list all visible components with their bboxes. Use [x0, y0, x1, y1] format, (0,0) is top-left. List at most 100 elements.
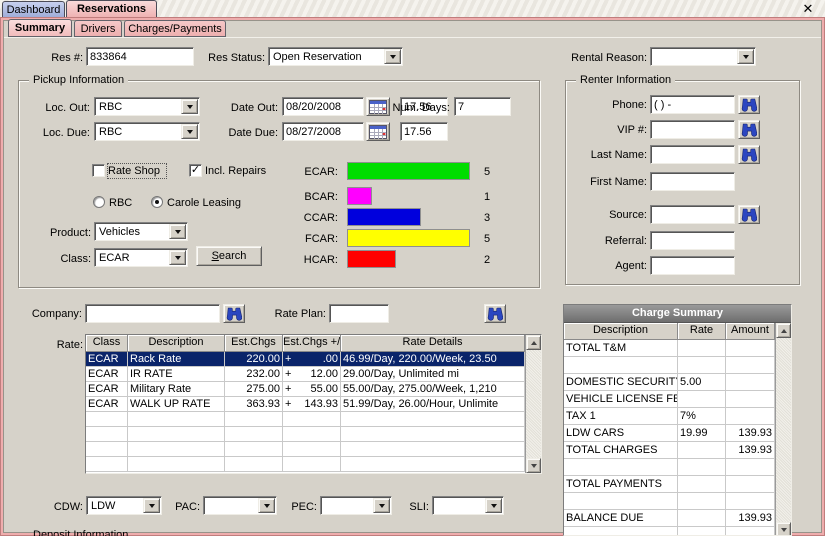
tab-summary[interactable]: Summary [8, 19, 72, 37]
owner-rbc-radio[interactable] [93, 196, 105, 208]
rate-table-scrollbar[interactable] [525, 335, 541, 473]
tab-dashboard[interactable]: Dashboard [2, 1, 65, 17]
date-due-calendar-button[interactable] [366, 122, 390, 141]
incl-repairs-label[interactable]: Incl. Repairs [205, 164, 275, 178]
rate-plan-input[interactable] [329, 304, 389, 323]
tab-drivers[interactable]: Drivers [74, 20, 122, 37]
search-button[interactable]: Search [196, 246, 262, 266]
referral-input[interactable] [650, 231, 735, 250]
cell-class: ECAR [86, 367, 128, 382]
product-select[interactable]: Vehicles [94, 222, 188, 241]
chevron-down-icon[interactable] [737, 49, 754, 64]
rate-row[interactable]: ECAR IR RATE 232.00 +12.00 29.00/Day, Un… [86, 367, 525, 382]
last-name-input[interactable] [650, 145, 735, 164]
chevron-down-icon[interactable] [384, 49, 401, 64]
rate-shop-checkbox[interactable] [92, 164, 105, 177]
owner-rbc-label[interactable]: RBC [109, 196, 139, 210]
rate-col-class[interactable]: Class [86, 335, 128, 352]
rate-col-est-chgs[interactable]: Est.Chgs [225, 335, 283, 352]
bar-value-hcar: 2 [484, 253, 500, 267]
chevron-down-icon[interactable] [143, 498, 160, 513]
chevron-down-icon[interactable] [181, 99, 198, 114]
cell-est-chgs-delta: +143.93 [283, 397, 341, 412]
chevron-down-icon[interactable] [258, 498, 275, 513]
date-due-input[interactable]: 08/27/2008 [282, 122, 364, 141]
product-value: Vehicles [99, 224, 168, 240]
cell-est-chgs: 363.93 [225, 397, 283, 412]
loc-out-select[interactable]: RBC [94, 97, 200, 116]
cell-description: TAX 1 [564, 408, 678, 425]
phone-label: Phone: [570, 98, 647, 112]
cdw-label: CDW: [50, 500, 83, 514]
rate-table-label: Rate: [50, 338, 83, 352]
bar-label-fcar: FCAR: [292, 232, 338, 246]
rate-row[interactable]: ECAR Military Rate 275.00 +55.00 55.00/D… [86, 382, 525, 397]
scroll-down-icon[interactable] [526, 458, 541, 473]
date-out-input[interactable]: 08/20/2008 [282, 97, 364, 116]
check-icon: ✓ [191, 164, 200, 176]
chevron-down-icon[interactable] [169, 224, 186, 239]
chevron-down-icon[interactable] [169, 250, 186, 265]
rate-shop-label[interactable]: Rate Shop [108, 164, 166, 178]
owner-carole-leasing-label[interactable]: Carole Leasing [167, 196, 251, 210]
chevron-down-icon[interactable] [181, 124, 198, 139]
charge-col-rate[interactable]: Rate [678, 323, 726, 340]
loc-due-select[interactable]: RBC [94, 122, 200, 141]
rate-col-description[interactable]: Description [128, 335, 225, 352]
vip-search-button[interactable] [738, 120, 760, 139]
scroll-down-icon[interactable] [776, 522, 791, 536]
cdw-select[interactable]: LDW [86, 496, 162, 515]
tab-reservations[interactable]: Reservations [66, 0, 157, 17]
sli-select[interactable] [432, 496, 504, 515]
first-name-input[interactable] [650, 172, 735, 191]
class-select[interactable]: ECAR [94, 248, 188, 267]
tab-charges-payments[interactable]: Charges/Payments [124, 20, 226, 37]
pec-select[interactable] [320, 496, 392, 515]
charge-col-amount[interactable]: Amount [726, 323, 775, 340]
cell-rate: 19.99 [678, 425, 726, 442]
cell-amount [726, 493, 775, 510]
rate-col-rate-details[interactable]: Rate Details [341, 335, 525, 352]
deposit-information-label: Deposit Information [33, 528, 163, 536]
chevron-down-icon[interactable] [373, 498, 390, 513]
cell-description: TOTAL PAYMENTS [564, 476, 678, 493]
source-input[interactable] [650, 205, 735, 224]
rate-row-empty [86, 457, 525, 472]
company-search-button[interactable] [223, 304, 245, 323]
tab-summary-label: Summary [15, 22, 65, 34]
loc-due-value: RBC [99, 124, 180, 140]
rate-row[interactable]: ECAR Rack Rate 220.00 +.00 46.99/Day, 22… [86, 352, 525, 367]
content-top-edge [4, 37, 821, 38]
last-name-search-button[interactable] [738, 145, 760, 164]
rate-row[interactable]: ECAR WALK UP RATE 363.93 +143.93 51.99/D… [86, 397, 525, 412]
rate-plan-search-button[interactable] [484, 304, 506, 323]
phone-input[interactable]: ( ) - [650, 95, 735, 114]
charge-row: DOMESTIC SECURITY 5.00 [564, 374, 775, 391]
rate-col-est-chgs-delta[interactable]: Est.Chgs +/- [283, 335, 341, 352]
calendar-icon [369, 100, 387, 114]
res-number-input[interactable]: 833864 [86, 47, 194, 66]
scroll-up-icon[interactable] [526, 335, 541, 350]
res-status-select[interactable]: Open Reservation [268, 47, 403, 66]
agent-input[interactable] [650, 256, 735, 275]
company-input[interactable] [85, 304, 220, 323]
charge-summary-scrollbar[interactable] [775, 323, 791, 536]
chevron-down-icon[interactable] [485, 498, 502, 513]
close-icon[interactable]: ✕ [799, 1, 817, 16]
num-days-input[interactable]: 7 [454, 97, 511, 116]
charge-col-description[interactable]: Description [564, 323, 678, 340]
owner-carole-leasing-radio[interactable] [151, 196, 163, 208]
bar-bcar [347, 187, 372, 205]
rental-reason-select[interactable] [650, 47, 756, 66]
cdw-value: LDW [91, 498, 142, 514]
cell-description: WALK UP RATE [128, 397, 225, 412]
source-search-button[interactable] [738, 205, 760, 224]
date-out-calendar-button[interactable] [366, 97, 390, 116]
phone-search-button[interactable] [738, 95, 760, 114]
vip-input[interactable] [650, 120, 735, 139]
renter-information-title: Renter Information [576, 74, 675, 87]
incl-repairs-checkbox[interactable]: ✓ [189, 164, 202, 177]
pac-select[interactable] [203, 496, 277, 515]
time-due-input[interactable]: 17.56 [400, 122, 448, 141]
scroll-up-icon[interactable] [776, 323, 791, 338]
